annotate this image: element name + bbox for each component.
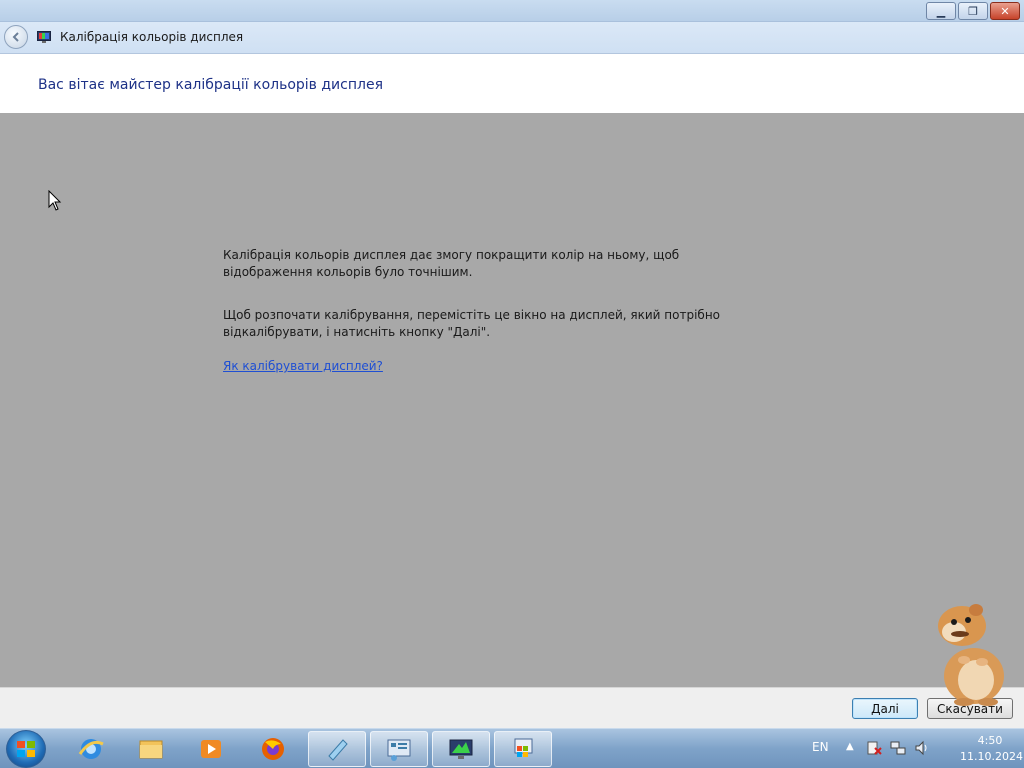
next-button[interactable]: Далі (852, 698, 918, 719)
taskbar-media-player[interactable] (182, 731, 240, 767)
taskbar-internet-explorer[interactable] (62, 731, 120, 767)
wizard-title: Вас вітає майстер калібрації кольорів ди… (38, 77, 383, 93)
minimize-icon: ▁ (936, 4, 946, 18)
system-tray: EN ▲ 4:50 11.10.2024 (804, 729, 1024, 768)
intro-paragraph: Калібрація кольорів дисплея дає змогу по… (223, 248, 680, 279)
close-icon: ✕ (1000, 4, 1010, 18)
show-hidden-icons-icon[interactable]: ▲ (846, 741, 854, 752)
window-titlebar: ▁ ❐ ✕ (0, 0, 1024, 22)
file-explorer-icon (139, 740, 163, 759)
windows-update-icon (514, 738, 533, 757)
instruction-paragraph: Щоб розпочати калібрування, перемістіть … (223, 308, 721, 339)
window-navbar: Калібрація кольорів дисплея (0, 22, 1024, 54)
taskbar: EN ▲ 4:50 11.10.2024 (0, 728, 1024, 768)
wizard-header: Вас вітає майстер калібрації кольорів ди… (0, 54, 1024, 113)
start-button[interactable] (6, 730, 46, 768)
back-button[interactable] (4, 25, 28, 49)
maximize-button[interactable]: ❐ (958, 2, 988, 20)
wizard-content: Калібрація кольорів дисплея дає змогу по… (0, 113, 1024, 687)
volume-icon[interactable] (914, 740, 930, 756)
control-panel-icon (387, 739, 411, 761)
hamster-mascot-icon (938, 604, 1004, 706)
maximize-icon: ❐ (968, 4, 978, 18)
taskbar-file-explorer[interactable] (122, 731, 180, 767)
language-indicator[interactable]: EN (812, 740, 829, 754)
window-title: Калібрація кольорів дисплея (60, 30, 244, 44)
display-calibration-icon (37, 31, 51, 43)
display-icon (449, 739, 473, 759)
taskbar-windows-update[interactable] (494, 731, 552, 767)
window-controls: ▁ ❐ ✕ (926, 2, 1020, 20)
taskbar-display[interactable] (432, 731, 490, 767)
taskbar-control-panel[interactable] (370, 731, 428, 767)
taskbar-notepad[interactable] (308, 731, 366, 767)
help-link[interactable]: Як калібрувати дисплей? (223, 359, 383, 373)
notepad-icon (328, 739, 348, 761)
clock-time[interactable]: 4:50 (964, 734, 1016, 747)
firefox-icon (262, 738, 284, 760)
mouse-cursor-icon (48, 190, 62, 211)
media-player-icon (201, 740, 221, 758)
windows-logo-icon (17, 741, 35, 757)
internet-explorer-icon (78, 739, 104, 759)
back-arrow-icon (12, 32, 19, 42)
close-button[interactable]: ✕ (990, 2, 1020, 20)
network-icon[interactable] (890, 740, 906, 756)
clock-date[interactable]: 11.10.2024 (960, 750, 1023, 763)
wizard-footer: Далі Скасувати (0, 687, 1024, 728)
action-center-icon[interactable] (866, 740, 882, 756)
taskbar-firefox[interactable] (244, 731, 302, 767)
minimize-button[interactable]: ▁ (926, 2, 956, 20)
